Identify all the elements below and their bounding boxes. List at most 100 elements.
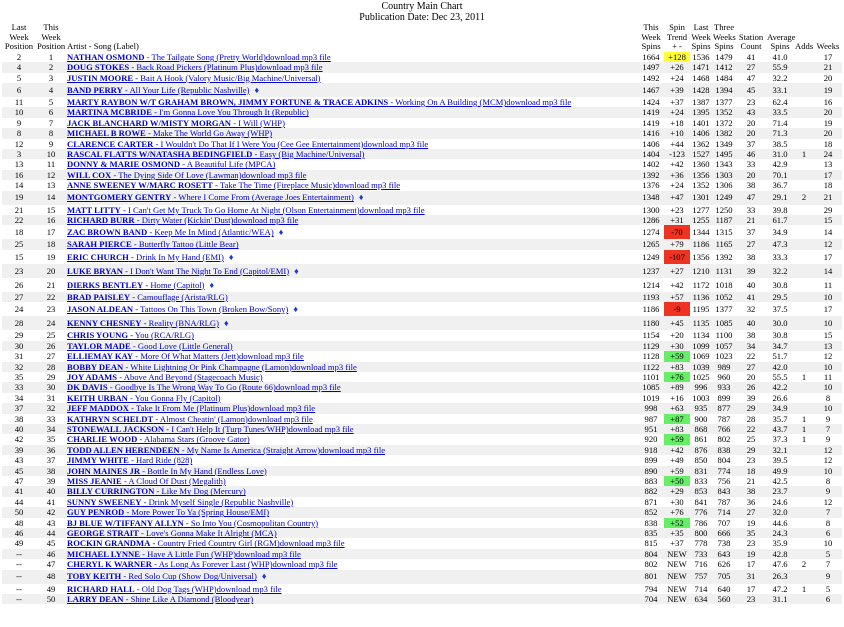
song-link[interactable]: - Red Solo Cup (Show Dog/Universal) [121, 571, 256, 581]
song-link[interactable]: - As Long As Forever Last (WHP)download … [152, 559, 337, 569]
song-link[interactable]: - Old Dog Tags (WHP)download mp3 file [135, 584, 282, 594]
artist-link[interactable]: LUKE BRYAN [67, 266, 123, 276]
song-link[interactable]: - Back Road Pickers (Platinum Plus)downl… [129, 62, 322, 72]
song-link[interactable]: - Camouflage (Arista/RLG) [130, 292, 227, 302]
artist-link[interactable]: SARAH PIERCE [67, 239, 132, 249]
song-link[interactable]: - Make The World Go Away (WHP) [146, 128, 272, 138]
artist-link[interactable]: ROCKIN GRANDMA [67, 538, 150, 548]
artist-link[interactable]: JUSTIN MOORE [67, 73, 133, 83]
song-link[interactable]: - You (RCA/RLG) [128, 330, 194, 340]
artist-link[interactable]: GEORGE STRAIT [67, 528, 139, 538]
artist-link[interactable]: JOY ADAMS [67, 372, 117, 382]
song-link[interactable]: - Good Love (Little General) [131, 341, 233, 351]
artist-link[interactable]: DK DAVIS [67, 382, 108, 392]
artist-link[interactable]: BOBBY DEAN [67, 362, 123, 372]
song-link[interactable]: - My Name Is America (Straight Arrow)dow… [180, 445, 385, 455]
artist-link[interactable]: JIMMY WHITE [67, 455, 129, 465]
song-link[interactable]: - Working On A Building (MCM)download mp… [388, 97, 571, 107]
song-link[interactable]: - Shine Like A Diamond (Bloodyear) [123, 594, 254, 604]
artist-link[interactable]: JACK BLANCHARD W/MISTY MORGAN [67, 118, 231, 128]
song-link[interactable]: - Tattoos On This Town (Broken Bow/Sony) [133, 304, 288, 314]
song-link[interactable]: - Keep Me In Mind (Atlantic/WEA) [147, 227, 273, 237]
song-link[interactable]: - A Beautiful Life (MPCA) [180, 159, 275, 169]
song-link[interactable]: - So Into You (Cosmopolitan Country) [184, 518, 318, 528]
song-link[interactable]: - Almost Cheatin' (Lamon)download mp3 fi… [153, 414, 312, 424]
song-link[interactable]: - Hard Ride (828) [129, 455, 192, 465]
artist-link[interactable]: CHARLIE WOOD [67, 434, 137, 444]
diamond-icon[interactable]: ♦ [255, 85, 260, 95]
artist-link[interactable]: TOBY KEITH [67, 571, 121, 581]
song-link[interactable]: - The Dying Side Of Love (Lawman)downloa… [111, 170, 306, 180]
artist-link[interactable]: TODD ALLEN HERENDEEN [67, 445, 180, 455]
song-link[interactable]: - I Wouldn't Do That If I Were You (Cee … [153, 139, 429, 149]
artist-link[interactable]: RASCAL FLATTS W/NATASHA BEDINGFIELD [67, 149, 252, 159]
artist-link[interactable]: RICHARD HALL [67, 584, 135, 594]
artist-link[interactable]: BJ BLUE W/TIFFANY ALLYN [67, 518, 184, 528]
artist-link[interactable]: CLARENCE CARTER [67, 139, 153, 149]
artist-link[interactable]: DIERKS BENTLEY [67, 280, 143, 290]
diamond-icon[interactable]: ♦ [262, 571, 267, 581]
artist-link[interactable]: STONEWALL JACKSON [67, 424, 164, 434]
artist-link[interactable]: WILL COX [67, 170, 111, 180]
song-link[interactable]: - Butterfly Tattoo (Little Bear) [132, 239, 239, 249]
artist-link[interactable]: JASON ALDEAN [67, 304, 133, 314]
song-link[interactable]: - I Can't Help It (Turp Tunes/WHP)downlo… [164, 424, 353, 434]
song-link[interactable]: - A Cloud Of Dust (Megalith) [122, 476, 226, 486]
diamond-icon[interactable]: ♦ [294, 266, 299, 276]
artist-link[interactable]: RICHARD BURR [67, 215, 135, 225]
song-link[interactable]: - All Your Life (Republic Nashville) [123, 85, 250, 95]
artist-link[interactable]: ANNE SWEENEY W/MARC ROSETT [67, 180, 213, 190]
song-link[interactable]: - Dirty Water (Kickin' Dust)download mp3… [135, 215, 299, 225]
song-link[interactable]: - Drink Myself Single (Republic Nashvill… [141, 497, 294, 507]
diamond-icon[interactable]: ♦ [293, 304, 298, 314]
artist-link[interactable]: ERIC CHURCH [67, 252, 129, 262]
song-link[interactable]: - Country Fried Country Girl (RGM)downlo… [150, 538, 344, 548]
artist-link[interactable]: JOHN MAINES JR [67, 466, 140, 476]
artist-link[interactable]: LARRY DEAN [67, 594, 123, 604]
artist-link[interactable]: MONTGOMERY GENTRY [67, 192, 171, 202]
song-link[interactable]: - Bait A Hook (Valory Music/Big Machine/… [133, 73, 320, 83]
artist-link[interactable]: BRAD PAISLEY [67, 292, 130, 302]
artist-link[interactable]: CHRIS YOUNG [67, 330, 128, 340]
song-link[interactable]: - I Will (WHP) [231, 118, 285, 128]
artist-link[interactable]: KEITH URBAN [67, 393, 128, 403]
artist-link[interactable]: JEFF MADDOX [67, 403, 129, 413]
diamond-icon[interactable]: ♦ [210, 280, 215, 290]
artist-link[interactable]: KATHRYN SCHELDT [67, 414, 153, 424]
song-link[interactable]: - Bottle In My Hand (Endless Love) [140, 466, 267, 476]
song-link[interactable]: - Goodbye Is The Wrong Way To Go (Route … [108, 382, 341, 392]
artist-link[interactable]: DOUG STOKES [67, 62, 129, 72]
diamond-icon[interactable]: ♦ [359, 192, 364, 202]
diamond-icon[interactable]: ♦ [229, 252, 234, 262]
artist-link[interactable]: MATT LITTY [67, 205, 121, 215]
diamond-icon[interactable]: ♦ [224, 318, 229, 328]
artist-link[interactable]: MICHAEL B ROWE [67, 128, 146, 138]
song-link[interactable]: - The Tailgate Song (Pretty World)downlo… [144, 52, 331, 62]
artist-link[interactable]: BILLY CURRINGTON [67, 486, 154, 496]
song-link[interactable]: - You Gonna Fly (Capitol) [128, 393, 221, 403]
song-link[interactable]: - Love's Gonna Make It Alright (MCA) [139, 528, 277, 538]
artist-link[interactable]: SUNNY SWEENEY [67, 497, 141, 507]
song-link[interactable]: - More Power To Ya (Spring House/EMI) [124, 507, 269, 517]
song-link[interactable]: - Take The Time (Fireplace Music)downloa… [213, 180, 400, 190]
song-link[interactable]: - White Lightning Or Pink Champagne (Lam… [123, 362, 356, 372]
song-link[interactable]: - More Of What Matters (Jett)download mp… [133, 351, 304, 361]
song-link[interactable]: - Alabama Stars (Groove Gator) [137, 434, 249, 444]
song-link[interactable]: - I Can't Get My Truck To Go Home At Nig… [121, 205, 425, 215]
song-link[interactable]: - Easy (Big Machine/Universal) [252, 149, 365, 159]
song-link[interactable]: - Have A Little Fun (WHP)download mp3 fi… [140, 549, 301, 559]
diamond-icon[interactable]: ♦ [279, 227, 284, 237]
artist-link[interactable]: TAYLOR MADE [67, 341, 131, 351]
song-link[interactable]: - Home (Capitol) [143, 280, 204, 290]
artist-link[interactable]: MISS JEANIE [67, 476, 122, 486]
song-link[interactable]: - Reality (BNA/RLG) [141, 318, 219, 328]
artist-link[interactable]: MARTINA MCBRIDE [67, 107, 152, 117]
artist-link[interactable]: CHERYL K WARNER [67, 559, 152, 569]
song-link[interactable]: - Like My Dog (Mercury) [154, 486, 245, 496]
song-link[interactable]: - I'm Gonna Love You Through It (Republi… [152, 107, 309, 117]
artist-link[interactable]: GUY PENROD [67, 507, 124, 517]
song-link[interactable]: - I Don't Want The Night To End (Capitol… [123, 266, 289, 276]
artist-link[interactable]: BAND PERRY [67, 85, 123, 95]
song-link[interactable]: - Above And Beyond (Stagecoach Music) [117, 372, 262, 382]
song-link[interactable]: - Drink In My Hand (EMI) [129, 252, 224, 262]
